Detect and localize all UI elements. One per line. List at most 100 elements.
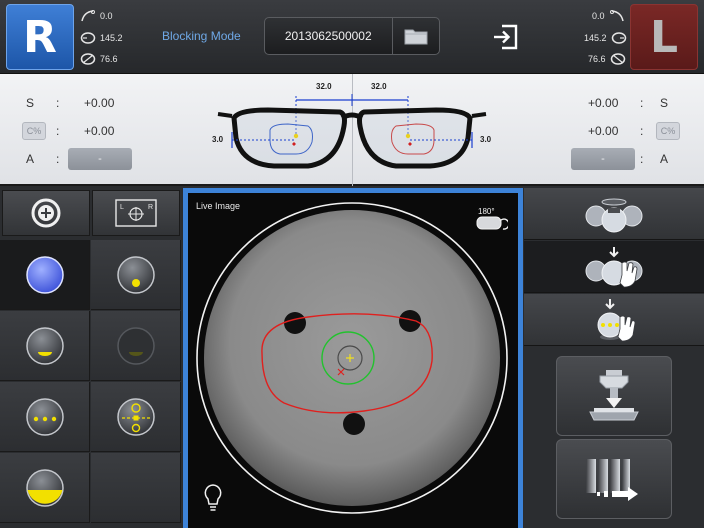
- lens-type-progressive[interactable]: [91, 382, 181, 452]
- axis-label-left: A: [660, 152, 669, 166]
- reference-dot-bottom: [343, 413, 365, 435]
- near-point-lens-icon: [116, 255, 155, 294]
- right-diameter-measure: 76.6: [80, 52, 118, 66]
- right-tool-panel: [524, 188, 704, 528]
- blocking-mode-label: Blocking Mode: [162, 29, 241, 43]
- left-eye-button[interactable]: L: [630, 4, 698, 70]
- top-bar: R 0.0 145.2 76.6 Blocking Mode 201306250…: [0, 0, 704, 74]
- live-image-title: Live Image: [196, 201, 241, 211]
- action-area: [524, 347, 704, 528]
- app-root: R 0.0 145.2 76.6 Blocking Mode 201306250…: [0, 0, 704, 528]
- svg-text:L: L: [120, 204, 124, 211]
- svg-text:R: R: [148, 204, 153, 211]
- lens-type-bifocal[interactable]: [0, 311, 90, 381]
- lens-type-near-point[interactable]: [91, 240, 181, 310]
- bevel-curve-icon: [81, 10, 95, 22]
- live-image-panel: Live Image 180°: [183, 188, 523, 528]
- live-camera-feed: [196, 202, 508, 514]
- auto-block-lens-icon: [585, 198, 643, 232]
- job-field[interactable]: 2013062500002: [264, 17, 440, 55]
- auto-blocking-button[interactable]: [524, 188, 704, 240]
- right-diameter-value: 76.6: [100, 54, 118, 64]
- right-circumference-value: 145.2: [100, 33, 123, 43]
- block-lens-button[interactable]: [556, 356, 672, 436]
- frame-diagram: [217, 94, 487, 169]
- bifocal-lens-icon: [25, 326, 64, 365]
- centration-mode-button[interactable]: [2, 190, 90, 236]
- left-cylinder-value: +0.00: [588, 124, 619, 138]
- left-axis-value: -: [601, 153, 605, 165]
- crosshair-target-icon: [31, 198, 61, 228]
- executive-lens-icon: [25, 468, 64, 507]
- lens-type-empty-slot: [91, 453, 181, 523]
- left-axis-field[interactable]: -: [571, 148, 635, 170]
- right-sphere-value: +0.00: [84, 96, 115, 110]
- login-button[interactable]: [488, 20, 522, 54]
- cylinder-toggle-left[interactable]: C%: [656, 122, 680, 140]
- right-axis-value: -: [98, 153, 102, 165]
- bifocal-disabled-lens-icon: [116, 326, 155, 365]
- left-sphere-value: +0.00: [588, 96, 619, 110]
- sphere-label-left: S: [660, 96, 669, 110]
- illumination-toggle[interactable]: [202, 483, 224, 513]
- right-bevel-value: 0.0: [100, 11, 113, 21]
- left-diameter-value: 76.6: [588, 54, 606, 64]
- open-folder-button[interactable]: [391, 18, 439, 54]
- axis-label-right: A: [26, 152, 35, 166]
- height-left-dimension: 3.0: [480, 135, 492, 144]
- left-bevel-measure: 0.0: [592, 9, 625, 23]
- separator: :: [640, 96, 644, 110]
- enter-icon: [494, 24, 518, 50]
- live-image-view[interactable]: Live Image 180°: [188, 193, 518, 528]
- folder-icon: [404, 29, 428, 45]
- separator: :: [56, 96, 60, 110]
- pd-right-dimension: 32.0: [316, 82, 332, 91]
- separator: :: [56, 124, 60, 138]
- rotate-180-button[interactable]: 180°: [474, 207, 510, 233]
- lens-type-single-vision[interactable]: [0, 240, 90, 310]
- blocker-press-icon: [589, 370, 639, 421]
- bevel-curve-icon: [609, 10, 624, 22]
- send-job-button[interactable]: [556, 439, 672, 519]
- circumference-icon: [611, 32, 626, 44]
- cylinder-icon: C%: [660, 126, 676, 136]
- lens-type-bifocal-disabled[interactable]: [91, 311, 181, 381]
- manual-block-hand-icon: [585, 246, 643, 287]
- separator: :: [56, 152, 60, 166]
- diameter-icon: [80, 53, 96, 65]
- progressive-lens-icon: [116, 397, 155, 436]
- single-vision-lens-icon: [25, 255, 64, 294]
- lightbulb-icon: [204, 484, 222, 511]
- lens-type-executive[interactable]: [0, 453, 90, 523]
- frame-left-rim: [357, 107, 473, 169]
- rotate-180-label: 180°: [478, 207, 495, 216]
- cylinder-icon: C%: [26, 126, 42, 136]
- send-to-edger-icon: [586, 459, 638, 501]
- left-diameter-measure: 76.6: [588, 52, 626, 66]
- right-eye-button[interactable]: R: [6, 4, 74, 70]
- frame-layout-button[interactable]: L R: [92, 190, 180, 236]
- right-circumference-measure: 145.2: [80, 31, 123, 45]
- right-axis-field[interactable]: -: [68, 148, 132, 170]
- height-right-dimension: 3.0: [212, 135, 224, 144]
- pd-left-dimension: 32.0: [371, 82, 387, 91]
- left-tool-panel: L R: [0, 188, 182, 528]
- manual-blocking-button[interactable]: [524, 241, 704, 293]
- job-id-value: 2013062500002: [284, 29, 372, 43]
- circumference-icon: [80, 32, 96, 44]
- lens-info-panel: S : +0.00 C% : +0.00 A : - +0.00 : S +0.…: [0, 74, 704, 186]
- left-circumference-value: 145.2: [584, 33, 607, 43]
- lens-type-trifocal[interactable]: [0, 382, 90, 452]
- right-eye-label: R: [23, 11, 57, 63]
- reference-dot-left: [284, 312, 306, 334]
- cylinder-toggle-right[interactable]: C%: [22, 122, 46, 140]
- left-bevel-value: 0.0: [592, 11, 605, 21]
- frame-right-rim: [231, 107, 347, 169]
- manual-center-button[interactable]: [524, 294, 704, 346]
- right-cylinder-value: +0.00: [84, 124, 115, 138]
- right-bevel-measure: 0.0: [80, 9, 113, 23]
- manual-center-hand-icon: [597, 298, 636, 341]
- diameter-icon: [610, 53, 625, 65]
- left-eye-label: L: [649, 11, 679, 63]
- frame-layout-icon: L R: [115, 199, 157, 227]
